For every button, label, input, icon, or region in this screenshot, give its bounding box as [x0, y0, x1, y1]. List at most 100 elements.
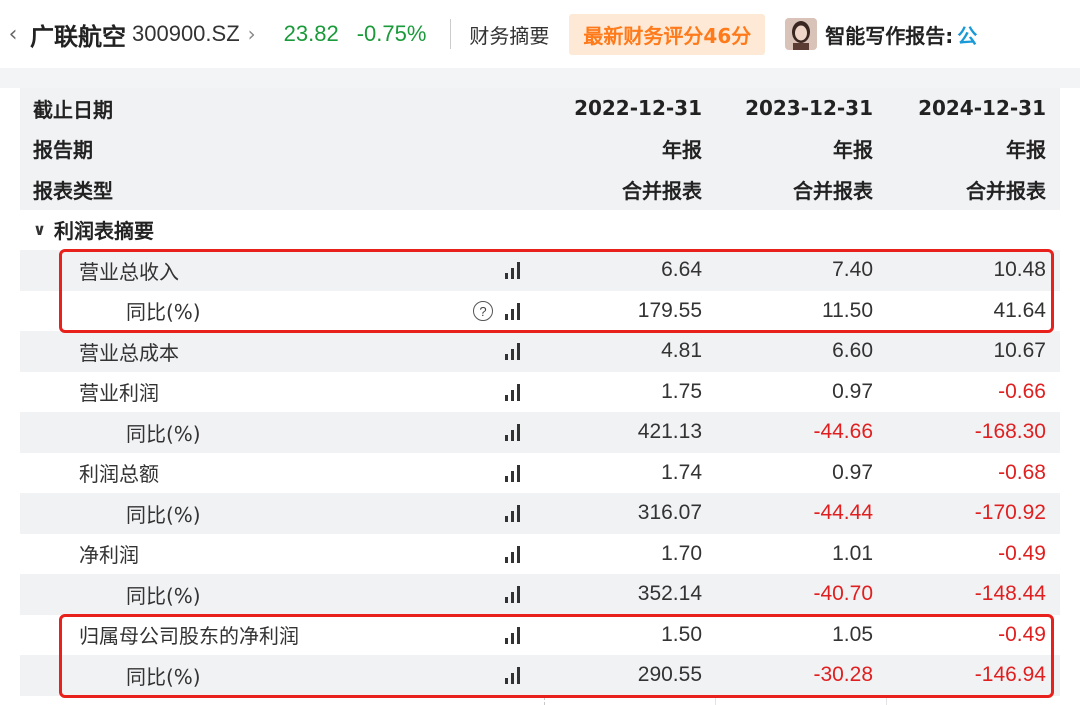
metric-label: 营业总收入	[79, 259, 179, 284]
section-toggle[interactable]: ∨ 利润表摘要	[33, 210, 154, 251]
value-cell: 10.48	[993, 258, 1046, 282]
value-cell: 1.70	[661, 541, 702, 565]
header-value: 年报	[1006, 138, 1046, 163]
row-icons	[465, 574, 525, 615]
row-icons	[465, 493, 525, 534]
chevron-right-icon[interactable]: ›	[248, 22, 256, 46]
value-cell: 1.50	[661, 622, 702, 646]
financial-summary-table: 截止日期 2022-12-31 2023-12-31 2024-12-31 报告期 年报 年…	[20, 88, 1060, 705]
table-row: 同比(%) 290.55 -30.28 -146.94	[20, 655, 1060, 696]
value-cell: 41.64	[993, 298, 1046, 322]
value-cell: 0.97	[832, 460, 873, 484]
row-icons	[465, 534, 525, 575]
metric-label: 归属母公司股东的净利润	[79, 624, 299, 649]
table-row: 同比(%) 352.14 -40.70 -148.44	[20, 574, 1060, 615]
value-cell: 1.05	[832, 622, 873, 646]
stock-name: 广联航空	[30, 22, 126, 51]
divider	[450, 19, 452, 49]
metric-label: 营业利润	[79, 381, 159, 406]
price-change-pct: -0.75%	[356, 21, 427, 46]
bar-chart-icon[interactable]	[505, 342, 525, 361]
table-row: 同比(%) 316.07 -44.44 -170.92	[20, 493, 1060, 534]
stock-code: 300900.SZ	[132, 21, 240, 46]
bar-chart-icon[interactable]	[505, 464, 525, 482]
help-icon[interactable]: ?	[473, 300, 493, 321]
bar-chart-icon[interactable]	[505, 423, 525, 442]
table-row: 归属母公司股东的净利润 1.50 1.05 -0.49	[20, 614, 1060, 656]
value-cell: 1.75	[661, 379, 702, 403]
header-gap	[0, 68, 1080, 88]
yoy-label: 同比(%)	[126, 664, 201, 689]
value-cell: -168.30	[974, 420, 1046, 444]
value-cell: 352.14	[637, 582, 702, 606]
header-value: 合并报表	[793, 178, 873, 203]
bar-chart-icon[interactable]	[505, 545, 525, 563]
value-cell: -30.28	[813, 663, 873, 687]
value-cell: 4.81	[661, 339, 702, 363]
metric-label: 营业总成本	[79, 340, 179, 365]
row-icons	[465, 615, 525, 656]
value-cell: 316.07	[637, 501, 702, 525]
stock-price: 23.82	[283, 21, 339, 46]
table-row: 报告期 年报 年报 年报	[20, 128, 1060, 169]
value-cell: -44.44	[813, 501, 873, 525]
header-value: 合并报表	[622, 178, 702, 203]
value-cell: 290.55	[637, 663, 702, 687]
table-row: 净利润 1.70 1.01 -0.49	[20, 533, 1060, 575]
header-value: 年报	[662, 138, 702, 163]
value-cell: 11.50	[822, 298, 873, 322]
yoy-label: 同比(%)	[126, 421, 201, 446]
value-cell: -44.66	[813, 420, 873, 444]
value-cell: 421.13	[637, 420, 702, 444]
header-value: 2022-12-31	[574, 96, 702, 121]
back-chevron-icon[interactable]: ‹	[2, 22, 24, 47]
value-cell: 6.60	[832, 339, 873, 363]
header-value: 合并报表	[966, 178, 1046, 203]
header-label: 截止日期	[33, 97, 113, 122]
metric-label: 净利润	[79, 543, 139, 568]
value-cell: 1.74	[661, 460, 702, 484]
value-cell: 10.67	[993, 339, 1046, 363]
assistant-avatar[interactable]	[785, 18, 818, 50]
bar-chart-icon[interactable]	[505, 585, 525, 604]
value-cell: -0.49	[998, 541, 1046, 565]
smart-report-extra[interactable]: 公	[957, 20, 977, 49]
table-row: 营业总成本 4.81 6.60 10.67	[20, 331, 1060, 372]
value-cell: 0.97	[832, 379, 873, 403]
value-cell: 1.01	[832, 541, 873, 565]
row-icons	[465, 372, 525, 413]
chevron-down-icon[interactable]: ∨	[33, 220, 46, 239]
table-row: 利润总额 1.74 0.97 -0.68	[20, 452, 1060, 493]
row-icons	[465, 412, 525, 453]
avatar-portrait-icon	[785, 18, 818, 50]
financial-score-badge[interactable]: 最新财务评分46分	[569, 13, 766, 55]
value-cell: -170.92	[974, 501, 1046, 525]
row-icons	[465, 331, 525, 372]
row-icons	[465, 655, 525, 696]
table-row: 截止日期 2022-12-31 2023-12-31 2024-12-31	[20, 88, 1060, 129]
table-row: 营业利润 1.75 0.97 -0.66	[20, 371, 1060, 413]
bar-chart-icon[interactable]	[505, 261, 525, 280]
bar-chart-icon[interactable]	[505, 666, 525, 685]
bar-chart-icon[interactable]	[505, 302, 525, 320]
header-value: 2024-12-31	[918, 96, 1046, 121]
table-row: ∨ 利润表摘要	[20, 209, 1060, 251]
value-cell: -40.70	[813, 582, 873, 606]
financial-summary-link[interactable]: 财务摘要	[469, 20, 549, 49]
value-cell: -0.49	[998, 622, 1046, 646]
row-icons: ?	[465, 291, 525, 332]
bar-chart-icon[interactable]	[505, 504, 525, 523]
value-cell: -146.94	[974, 663, 1046, 687]
table-row: 营业总收入 6.64 7.40 10.48	[20, 250, 1060, 291]
yoy-label: 同比(%)	[126, 583, 201, 608]
smart-report-link[interactable]: 智能写作报告:	[825, 20, 953, 49]
bar-chart-icon[interactable]	[505, 383, 525, 401]
value-cell: -148.44	[974, 582, 1046, 606]
bar-chart-icon[interactable]	[505, 626, 525, 644]
header-label: 报表类型	[33, 178, 113, 203]
yoy-label: 同比(%)	[126, 300, 201, 325]
table-row: 同比(%)? 179.55 11.50 41.64	[20, 290, 1060, 332]
value-cell: 6.64	[661, 258, 702, 282]
value-cell: 179.55	[637, 298, 702, 322]
stock-header: ‹ 广联航空 300900.SZ › 23.82 -0.75% 财务摘要 最新财…	[0, 0, 1080, 68]
